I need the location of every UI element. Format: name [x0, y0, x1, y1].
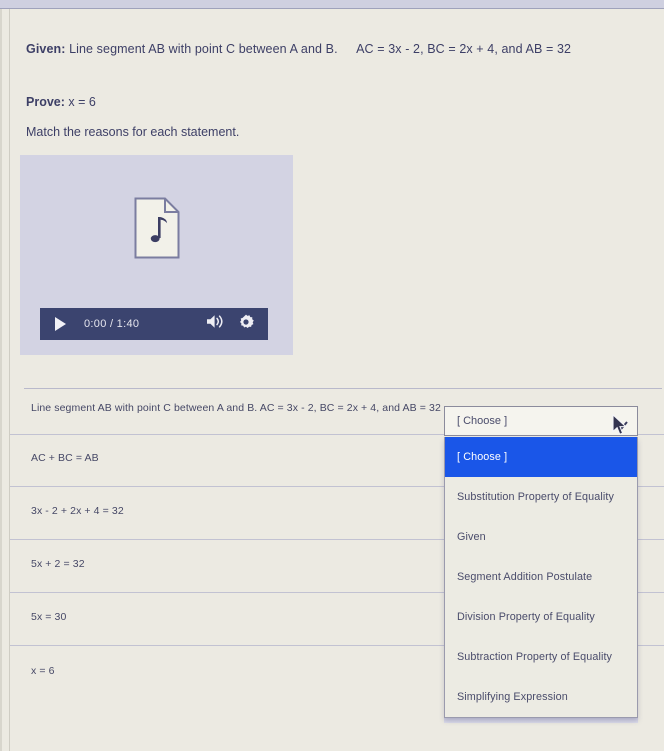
dropdown-option-given[interactable]: Given — [445, 517, 637, 557]
given-text: Line segment AB with point C between A a… — [69, 42, 338, 56]
audio-file-icon — [134, 197, 180, 259]
time-display: 0:00 / 1:40 — [84, 318, 140, 330]
instruction-text: Match the reasons for each statement. — [26, 125, 240, 139]
chevron-down-icon — [615, 417, 628, 435]
statement-text: AC + BC = AB — [31, 452, 99, 464]
gear-icon[interactable] — [238, 314, 254, 335]
prove-line: Prove: x = 6 — [26, 95, 96, 109]
statement-text: 5x = 30 — [31, 611, 67, 623]
dropdown-option-division[interactable]: Division Property of Equality — [445, 597, 637, 637]
dropdown-option-simplifying[interactable]: Simplifying Expression — [445, 677, 637, 717]
statement-text: 5x + 2 = 32 — [31, 558, 85, 570]
reason-select-value: [ Choose ] — [457, 415, 508, 427]
media-right-controls — [206, 314, 254, 335]
reason-dropdown-list[interactable]: [ Choose ] Substitution Property of Equa… — [444, 437, 638, 718]
given-label: Given: — [26, 42, 66, 56]
volume-icon[interactable] — [206, 314, 224, 334]
given-equations: AC = 3x - 2, BC = 2x + 4, and AB = 32 — [356, 42, 572, 56]
prove-value: x = 6 — [68, 95, 96, 109]
statement-text: x = 6 — [31, 665, 55, 677]
statement-text: 3x - 2 + 2x + 4 = 32 — [31, 505, 124, 517]
dropdown-option-substitution[interactable]: Substitution Property of Equality — [445, 477, 637, 517]
problem-header: Given: Line segment AB with point C betw… — [26, 42, 636, 57]
dropdown-option-choose[interactable]: [ Choose ] — [445, 437, 637, 477]
dropdown-option-segment-addition[interactable]: Segment Addition Postulate — [445, 557, 637, 597]
prove-label: Prove: — [26, 95, 65, 109]
media-player[interactable]: 0:00 / 1:40 — [20, 155, 293, 355]
play-icon[interactable] — [55, 317, 66, 331]
given-line: Given: Line segment AB with point C betw… — [26, 42, 636, 57]
media-control-bar: 0:00 / 1:40 — [40, 308, 268, 340]
browser-top-band — [0, 0, 664, 9]
dropdown-option-subtraction[interactable]: Subtraction Property of Equality — [445, 637, 637, 677]
statement-text: Line segment AB with point C between A a… — [31, 402, 441, 414]
reason-select[interactable]: [ Choose ] — [444, 406, 638, 436]
